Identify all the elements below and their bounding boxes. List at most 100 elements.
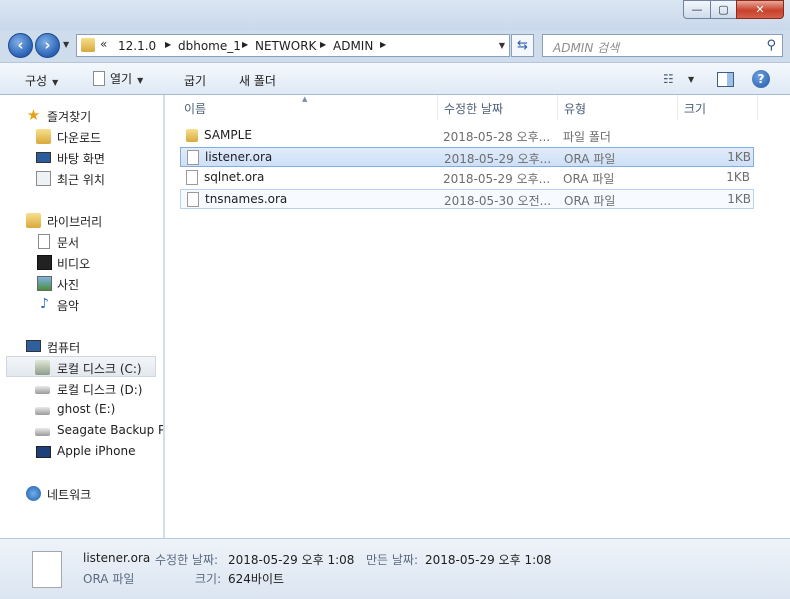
new-folder-button[interactable]: 새 폴더 [239, 72, 276, 89]
details-modified-label: 수정한 날짜: [155, 553, 219, 567]
drive-icon [35, 428, 50, 436]
sidebar-item-label: 로컬 디스크 (D:) [57, 383, 143, 397]
column-header-modified[interactable]: 수정한 날짜 [438, 95, 558, 120]
file-row[interactable]: sqlnet.ora 2018-05-29 오후... ORA 파일 1KB [180, 168, 754, 188]
file-name: tnsnames.ora [205, 192, 288, 206]
pictures-icon [37, 276, 52, 291]
chevron-right-icon[interactable]: ▶ [320, 40, 326, 49]
navigation-row: ‹ › ▼ « 12.1.0 ▶ dbhome_1 ▶ NETWORK ▶ AD… [0, 30, 790, 62]
organize-button[interactable]: 구성 ▼ [25, 72, 58, 89]
details-filetype: ORA 파일 [83, 572, 135, 586]
videos-icon [37, 255, 52, 270]
sidebar-item-computer[interactable]: 컴퓨터 [0, 336, 163, 357]
sidebar-item-drive-d[interactable]: 로컬 디스크 (D:) [0, 378, 163, 399]
sidebar-item-label: ghost (E:) [57, 402, 116, 416]
details-pane: listener.ora ORA 파일 수정한 날짜: 2018-05-29 오… [0, 538, 790, 599]
column-header-label: 수정한 날짜 [444, 102, 504, 116]
sidebar-item-label: 바탕 화면 [57, 152, 105, 166]
documents-icon [38, 234, 50, 249]
close-button[interactable]: ✕ [736, 0, 784, 19]
search-icon[interactable]: ⚲ [766, 38, 776, 53]
details-created-value: 2018-05-29 오후 1:08 [425, 553, 552, 567]
sidebar-item-label: 네트워크 [47, 488, 92, 502]
file-type: ORA 파일 [564, 194, 616, 208]
star-icon: ★ [26, 106, 41, 124]
title-bar: — ▢ ✕ [0, 0, 790, 30]
details-filename: listener.ora [83, 551, 151, 565]
chevron-down-icon[interactable]: ▼ [688, 75, 694, 84]
details-modified-value: 2018-05-29 오후 1:08 [228, 553, 355, 567]
sidebar-item-videos[interactable]: 비디오 [0, 252, 163, 273]
column-header-type[interactable]: 유형 [558, 95, 678, 120]
maximize-button[interactable]: ▢ [710, 0, 737, 19]
chevron-right-icon[interactable]: ▶ [380, 40, 386, 49]
breadcrumb-item[interactable]: NETWORK [255, 39, 316, 53]
document-icon [93, 71, 105, 86]
sidebar-item-iphone[interactable]: Apple iPhone [0, 441, 163, 462]
sidebar-item-documents[interactable]: 문서 [0, 231, 163, 252]
sidebar-item-libraries[interactable]: 라이브러리 [0, 210, 163, 231]
file-row-selected[interactable]: listener.ora 2018-05-29 오후... ORA 파일 1KB [180, 147, 754, 167]
file-modified: 2018-05-28 오후... [443, 130, 551, 144]
burn-button[interactable]: 굽기 [184, 72, 206, 89]
search-placeholder: ADMIN 검색 [553, 41, 620, 55]
help-icon[interactable]: ? [752, 70, 770, 88]
organize-label: 구성 [25, 74, 48, 88]
file-type: 파일 폴더 [563, 130, 611, 144]
file-name: sqlnet.ora [204, 170, 265, 184]
view-options-icon[interactable]: ☷ [663, 72, 674, 86]
search-input[interactable]: ADMIN 검색 ⚲ [542, 34, 783, 57]
refresh-button[interactable]: ⇆ [511, 34, 534, 57]
back-button[interactable]: ‹ [8, 33, 33, 58]
file-row[interactable]: SAMPLE 2018-05-28 오후... 파일 폴더 [180, 126, 754, 146]
file-icon [187, 192, 199, 207]
file-modified: 2018-05-29 오후... [443, 172, 551, 186]
chevron-down-icon: ▼ [52, 78, 59, 87]
sidebar-item-pictures[interactable]: 사진 [0, 273, 163, 294]
breadcrumb-item[interactable]: dbhome_1 [178, 39, 241, 53]
forward-button[interactable]: › [35, 33, 60, 58]
sidebar-item-favorites[interactable]: ★ 즐겨찾기 [0, 105, 163, 126]
column-header-name[interactable]: 이름 [178, 95, 438, 120]
sidebar-item-network[interactable]: 네트워크 [0, 483, 163, 504]
sidebar-item-downloads[interactable]: 다운로드 [0, 126, 163, 147]
sidebar-item-label: 음악 [57, 299, 80, 313]
chevron-right-icon[interactable]: ▶ [242, 40, 248, 49]
address-history-dropdown-icon[interactable]: ▼ [499, 41, 505, 50]
file-size: 1KB [727, 150, 751, 164]
address-bar[interactable]: « 12.1.0 ▶ dbhome_1 ▶ NETWORK ▶ ADMIN ▶ … [76, 34, 510, 57]
sidebar-item-label: 사진 [57, 278, 80, 292]
sidebar-item-recent-places[interactable]: 최근 위치 [0, 168, 163, 189]
column-header-label: 유형 [564, 102, 587, 116]
sidebar-item-desktop[interactable]: 바탕 화면 [0, 147, 163, 168]
recent-places-icon [36, 171, 51, 186]
sidebar-item-label: 로컬 디스크 (C:) [57, 362, 142, 376]
computer-icon [26, 340, 41, 352]
details-size-value: 624바이트 [228, 572, 285, 586]
file-modified: 2018-05-30 오전... [444, 194, 552, 208]
column-header-size[interactable]: 크기 [678, 95, 758, 120]
sidebar-item-label: 문서 [57, 236, 80, 250]
sidebar-item-label: 컴퓨터 [47, 341, 81, 355]
open-button[interactable]: 열기 ▼ [93, 70, 143, 87]
sidebar-item-drive-c[interactable]: 로컬 디스크 (C:) [6, 356, 156, 377]
details-created-label: 만든 날짜: [366, 553, 419, 567]
navigation-pane: ★ 즐겨찾기 다운로드 바탕 화면 최근 위치 라이브러리 문서 비디오 사진 … [0, 95, 164, 538]
minimize-button[interactable]: — [683, 0, 711, 19]
sidebar-item-label: Apple iPhone [57, 444, 136, 458]
chevron-right-icon[interactable]: ▶ [165, 40, 171, 49]
file-row[interactable]: tnsnames.ora 2018-05-30 오전... ORA 파일 1KB [180, 189, 754, 209]
sidebar-item-music[interactable]: ♪ 음악 [0, 294, 163, 315]
recent-pages-dropdown-icon[interactable]: ▼ [63, 40, 69, 49]
desktop-icon [36, 152, 51, 163]
breadcrumb-overflow-button[interactable]: « [100, 37, 107, 51]
open-label: 열기 [110, 72, 133, 86]
sidebar-item-seagate[interactable]: Seagate Backup Plu [0, 420, 163, 441]
sidebar-item-drive-e[interactable]: ghost (E:) [0, 399, 163, 420]
breadcrumb-item[interactable]: 12.1.0 [118, 39, 156, 53]
file-modified: 2018-05-29 오후... [444, 152, 552, 166]
breadcrumb-item[interactable]: ADMIN [333, 39, 373, 53]
column-header-label: 이름 [184, 102, 207, 116]
column-header-label: 크기 [684, 102, 707, 116]
preview-pane-icon[interactable] [717, 72, 734, 87]
